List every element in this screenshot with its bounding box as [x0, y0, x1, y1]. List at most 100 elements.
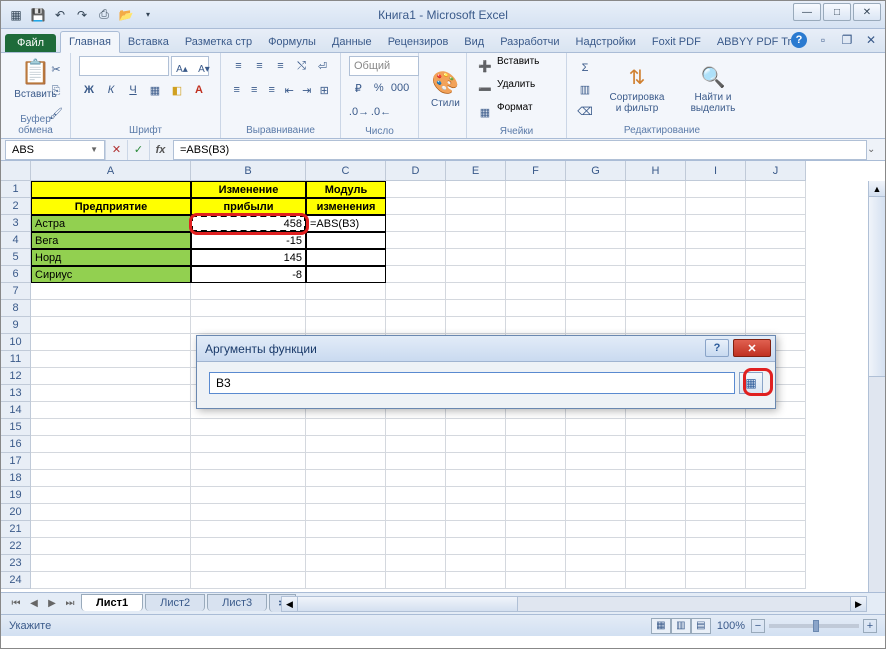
row-header[interactable]: 6	[1, 266, 31, 283]
vertical-scrollbar[interactable]: ▲	[868, 181, 885, 592]
cell[interactable]	[386, 300, 446, 317]
cell[interactable]	[566, 504, 626, 521]
cell[interactable]	[626, 300, 686, 317]
dialog-titlebar[interactable]: Аргументы функции ? ✕	[197, 336, 775, 362]
cell[interactable]	[626, 572, 686, 589]
cell[interactable]	[386, 317, 446, 334]
cell[interactable]	[746, 555, 806, 572]
cell[interactable]	[446, 249, 506, 266]
cell[interactable]	[446, 198, 506, 215]
cell[interactable]	[626, 453, 686, 470]
cell[interactable]	[386, 198, 446, 215]
cell[interactable]	[386, 436, 446, 453]
row-header[interactable]: 3	[1, 215, 31, 232]
find-select-button[interactable]: 🔍 Найти и выделить	[679, 63, 747, 116]
cell[interactable]	[31, 181, 191, 198]
cell[interactable]	[746, 317, 806, 334]
row-header[interactable]: 22	[1, 538, 31, 555]
cell[interactable]	[626, 198, 686, 215]
cell[interactable]	[746, 453, 806, 470]
cell[interactable]	[626, 419, 686, 436]
cell[interactable]	[746, 300, 806, 317]
cell[interactable]	[506, 283, 566, 300]
enter-formula-button[interactable]: ✓	[127, 140, 149, 160]
cell[interactable]	[506, 419, 566, 436]
cell[interactable]	[446, 504, 506, 521]
cell[interactable]	[386, 283, 446, 300]
qat-dropdown-icon[interactable]: ▾	[139, 6, 157, 24]
cell[interactable]	[386, 453, 446, 470]
cell[interactable]	[506, 487, 566, 504]
row-header[interactable]: 11	[1, 351, 31, 368]
cell[interactable]	[506, 249, 566, 266]
cell[interactable]	[31, 436, 191, 453]
orientation-icon[interactable]: ⤭	[292, 56, 311, 76]
sheet-tab[interactable]: Лист1	[81, 594, 143, 611]
scroll-right-icon[interactable]: ▶	[850, 597, 866, 611]
number-format-combo[interactable]: Общий	[349, 56, 419, 76]
cell[interactable]: Норд	[31, 249, 191, 266]
cell[interactable]	[31, 368, 191, 385]
cell[interactable]: изменения	[306, 198, 386, 215]
underline-button[interactable]: Ч	[123, 80, 143, 100]
minimize-button[interactable]: —	[793, 3, 821, 21]
cell[interactable]	[626, 317, 686, 334]
cell[interactable]	[566, 232, 626, 249]
cell[interactable]	[686, 487, 746, 504]
tab-developer[interactable]: Разработчи	[492, 32, 567, 52]
merge-icon[interactable]: ⊞	[317, 80, 333, 100]
cell[interactable]	[506, 436, 566, 453]
sheet-tab[interactable]: Лист3	[207, 594, 267, 611]
row-header[interactable]: 23	[1, 555, 31, 572]
formula-input[interactable]: =ABS(B3)	[173, 140, 867, 160]
cell[interactable]	[191, 419, 306, 436]
tab-review[interactable]: Рецензиров	[380, 32, 457, 52]
increase-decimal-icon[interactable]: .0→	[349, 102, 369, 122]
cell[interactable]	[31, 504, 191, 521]
cell[interactable]	[386, 249, 446, 266]
file-tab[interactable]: Файл	[5, 34, 56, 52]
cell[interactable]	[306, 572, 386, 589]
cell[interactable]	[566, 453, 626, 470]
cell[interactable]	[191, 504, 306, 521]
cell[interactable]	[386, 419, 446, 436]
zoom-in-button[interactable]: +	[863, 619, 877, 633]
align-left-icon[interactable]: ≡	[229, 80, 245, 100]
cell[interactable]	[746, 283, 806, 300]
row-header[interactable]: 8	[1, 300, 31, 317]
cell[interactable]	[306, 232, 386, 249]
sheet-last-icon[interactable]: ⏭	[61, 595, 79, 613]
cancel-formula-button[interactable]: ✕	[105, 140, 127, 160]
print-icon[interactable]: ⎙	[95, 6, 113, 24]
cell[interactable]: прибыли	[191, 198, 306, 215]
cell[interactable]	[746, 419, 806, 436]
cell[interactable]	[686, 249, 746, 266]
cell[interactable]	[306, 487, 386, 504]
page-layout-view-button[interactable]: ▥	[671, 618, 691, 634]
row-header[interactable]: 18	[1, 470, 31, 487]
cell[interactable]	[686, 504, 746, 521]
cell[interactable]	[566, 249, 626, 266]
cell[interactable]	[686, 198, 746, 215]
cell[interactable]: -15	[191, 232, 306, 249]
zoom-out-button[interactable]: −	[751, 619, 765, 633]
tab-formulas[interactable]: Формулы	[260, 32, 324, 52]
tab-addins[interactable]: Надстройки	[568, 32, 644, 52]
formula-bar-expand-icon[interactable]: ⌄	[867, 144, 883, 155]
close-button[interactable]: ✕	[853, 3, 881, 21]
cell[interactable]	[31, 538, 191, 555]
cell[interactable]: Модуль	[306, 181, 386, 198]
cell[interactable]	[686, 181, 746, 198]
wrap-text-icon[interactable]: ⏎	[313, 56, 332, 76]
column-header[interactable]: I	[686, 161, 746, 181]
column-header[interactable]: E	[446, 161, 506, 181]
cell[interactable]	[31, 385, 191, 402]
cell[interactable]	[446, 538, 506, 555]
cell[interactable]	[566, 181, 626, 198]
row-header[interactable]: 19	[1, 487, 31, 504]
collapse-dialog-button[interactable]: ▦	[739, 372, 763, 394]
zoom-handle[interactable]	[813, 620, 819, 632]
cell[interactable]	[191, 470, 306, 487]
cell[interactable]	[446, 453, 506, 470]
zoom-slider[interactable]	[769, 624, 859, 628]
